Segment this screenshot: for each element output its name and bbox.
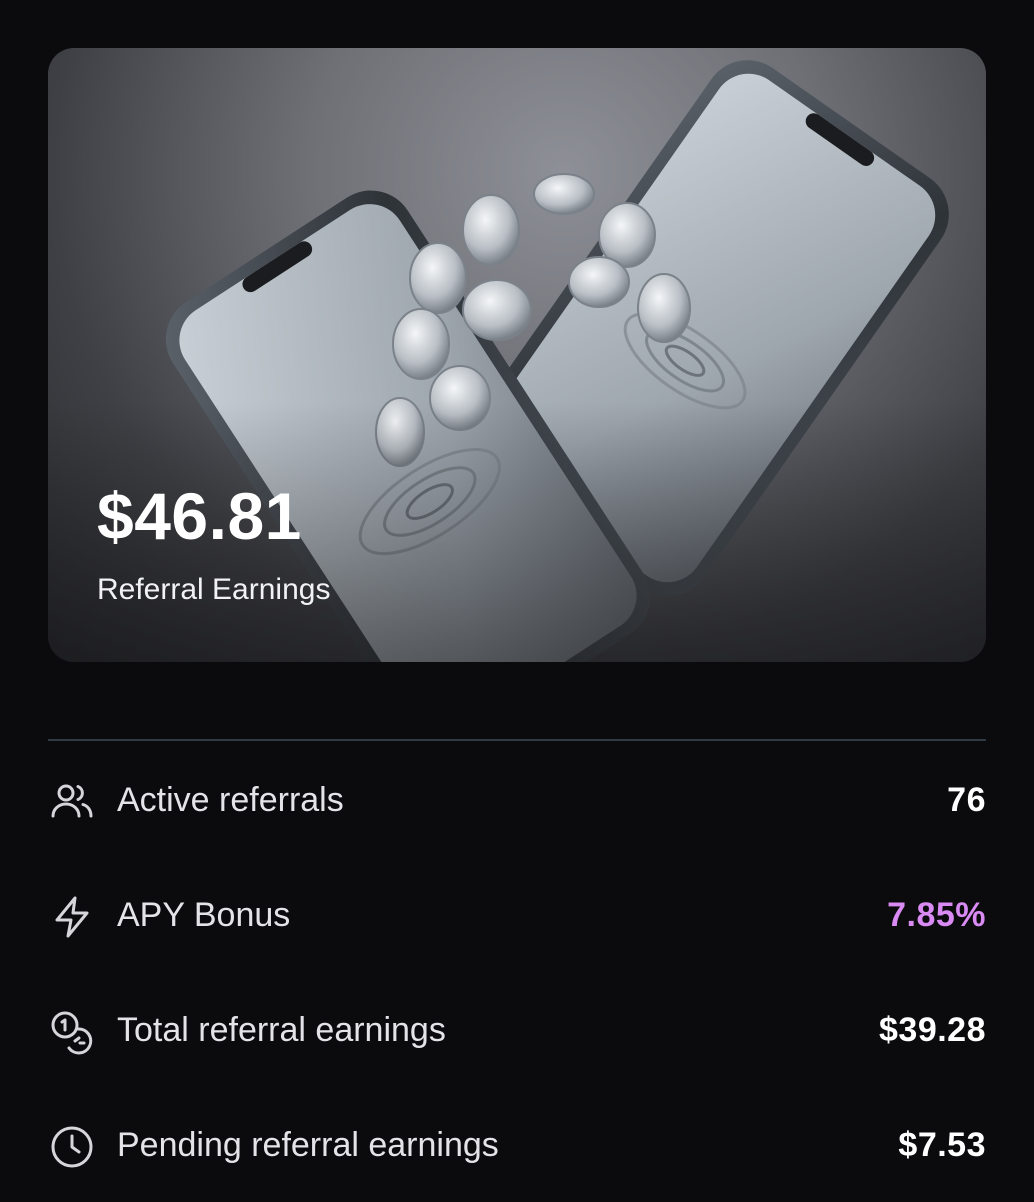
stat-value: 76 [947,781,986,819]
referral-stats-list: Active referrals 76 APY Bonus 7.85% Tota… [48,742,986,1202]
stat-label: Active referrals [117,781,344,819]
referral-earnings-card: $46.81 Referral Earnings [48,48,986,662]
stat-label: Total referral earnings [117,1011,446,1049]
stat-row-total-referral-earnings: Total referral earnings $39.28 [48,972,986,1087]
stat-value: $7.53 [898,1126,986,1164]
stat-row-apy-bonus: APY Bonus 7.85% [48,857,986,972]
lightning-icon [48,893,96,941]
divider [48,739,986,741]
stat-row-active-referrals: Active referrals 76 [48,742,986,857]
stat-label: Pending referral earnings [117,1126,499,1164]
referral-earnings-amount: $46.81 [97,479,302,553]
clock-icon [48,1123,96,1171]
stat-label: APY Bonus [117,896,291,934]
coins-icon [48,1008,96,1056]
stat-row-pending-referral-earnings: Pending referral earnings $7.53 [48,1087,986,1202]
stat-value-accent: 7.85% [887,896,986,934]
referral-earnings-label: Referral Earnings [97,573,331,606]
stat-value: $39.28 [879,1011,986,1049]
users-icon [48,778,96,826]
